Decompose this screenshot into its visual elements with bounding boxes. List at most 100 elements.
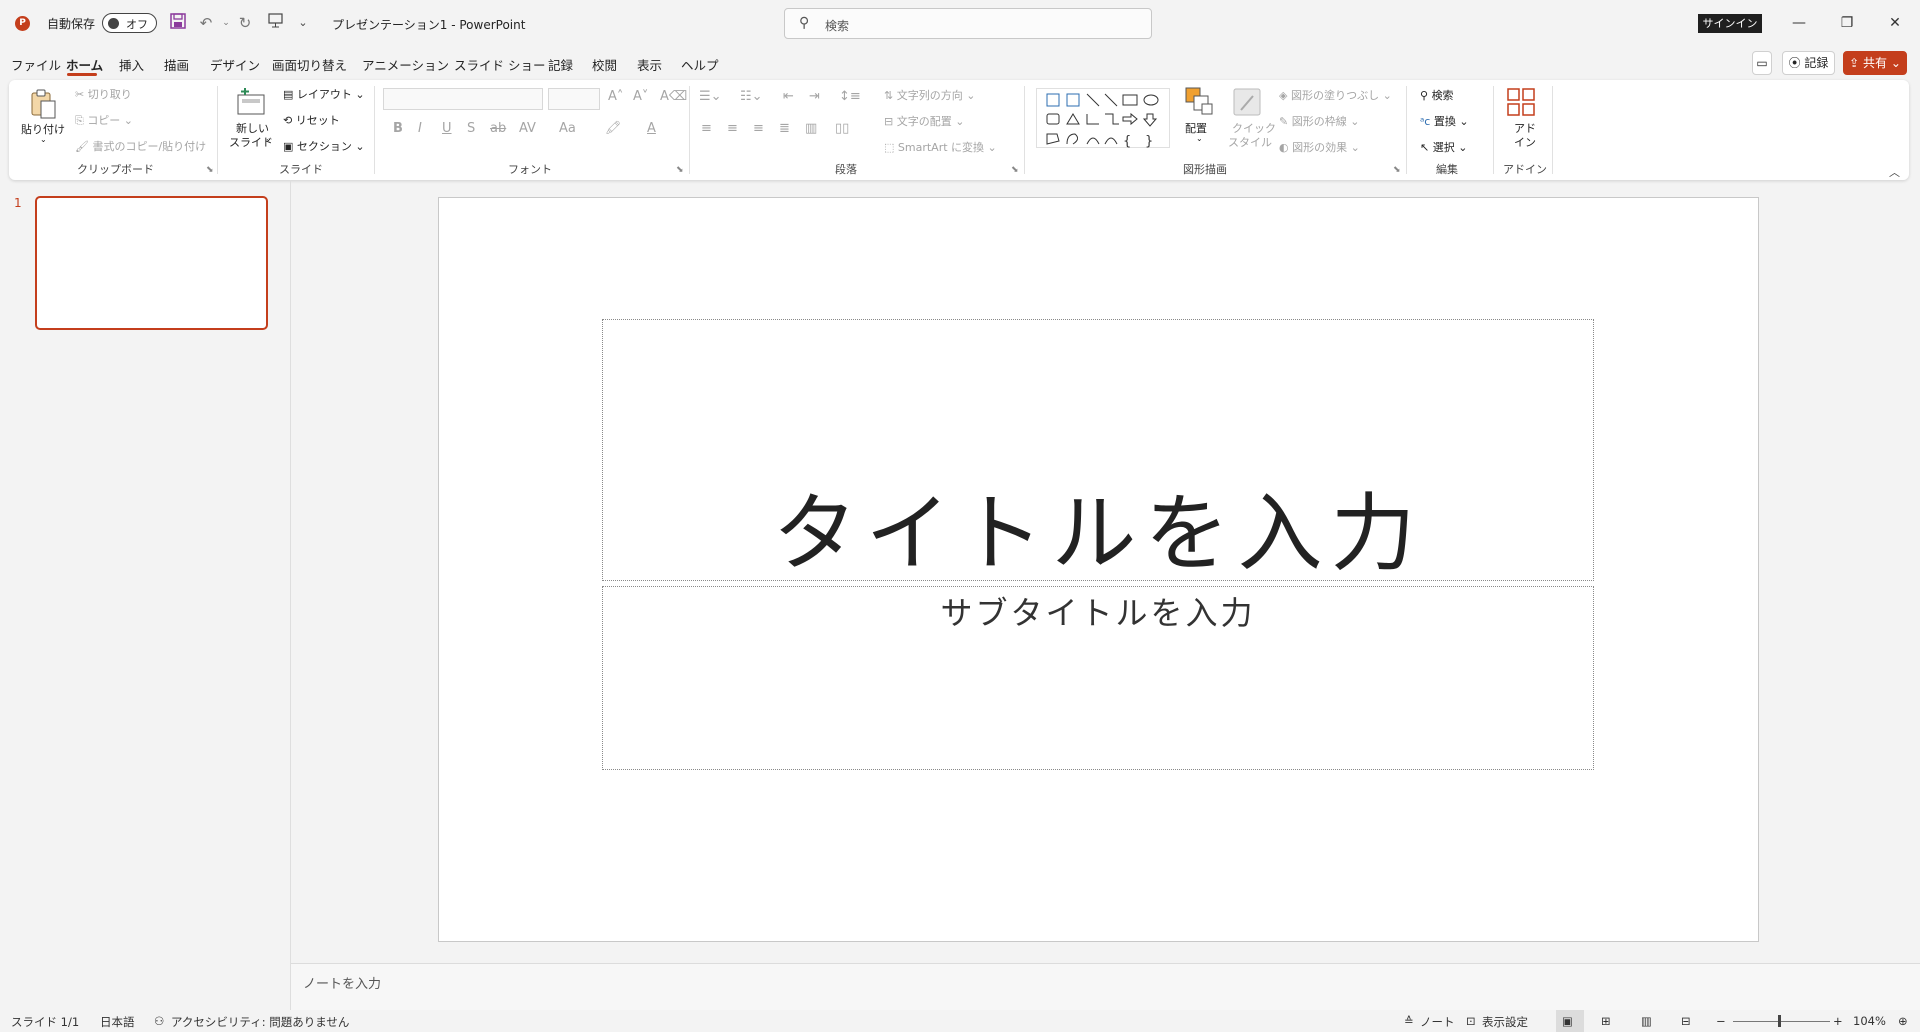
tab-home[interactable]: ホーム [66,55,103,74]
quick-styles-label-2[interactable]: スタイル [1228,134,1272,150]
notes-toggle[interactable]: ノート [1420,1014,1455,1030]
search-box[interactable]: ⚲ 検索 [784,8,1152,39]
slide-sorter-icon[interactable]: ⊞ [1601,1014,1611,1028]
copy-button[interactable]: ⎘ コピー ⌄ [75,112,133,128]
strikethrough-icon[interactable]: ab [490,121,506,136]
shape-effects-button[interactable]: ◐ 図形の効果 ⌄ [1279,139,1360,155]
format-painter-button[interactable]: 🖌 書式のコピー/貼り付け [75,138,206,154]
shadow-icon[interactable]: S [467,121,475,136]
signin-button[interactable]: サインイン [1698,14,1762,33]
presentation-start-icon[interactable] [265,13,285,33]
tab-insert[interactable]: 挿入 [119,55,144,74]
section-button[interactable]: ▣ セクション ⌄ [283,138,365,154]
addins-label-2[interactable]: イン [1514,134,1536,150]
line-spacing-icon[interactable]: ↕≡ [839,89,861,104]
normal-view-icon[interactable]: ▣ [1562,1014,1573,1028]
autosave-toggle[interactable]: オフ [102,13,157,33]
customize-qat-icon[interactable]: ⌄ [293,13,313,33]
bullets-icon[interactable]: ☰⌄ [699,89,722,104]
tab-slideshow[interactable]: スライド ショー [454,55,545,74]
cut-button[interactable]: ✂ 切り取り [75,86,132,102]
new-slide-icon[interactable] [235,86,267,118]
accessibility-status[interactable]: アクセシビリティ: 問題ありません [171,1014,349,1030]
bold-icon[interactable]: B [393,121,403,136]
layout-button[interactable]: ▤ レイアウト ⌄ [283,86,365,102]
drawing-launcher-icon[interactable]: ⬊ [1393,165,1401,175]
zoom-out-button[interactable]: − [1716,1014,1726,1028]
undo-icon[interactable]: ↶ [196,13,216,33]
align-text-button[interactable]: ⊟ 文字の配置 ⌄ [884,113,964,129]
comments-icon[interactable]: ▭ [1752,51,1772,75]
align-right-icon[interactable]: ≡ [753,121,764,136]
align-left-icon[interactable]: ≡ [701,121,712,136]
close-icon[interactable]: ✕ [1882,12,1908,34]
tab-animations[interactable]: アニメーション [362,55,449,74]
shapes-gallery[interactable]: { } [1036,88,1170,149]
text-direction-button[interactable]: ⇅ 文字列の方向 ⌄ [884,87,975,103]
tab-view[interactable]: 表示 [637,55,662,74]
zoom-slider-handle[interactable] [1778,1015,1781,1027]
replace-button[interactable]: ᵃc 置換 ⌄ [1420,113,1469,129]
quick-styles-icon[interactable] [1231,86,1263,118]
font-name-select[interactable] [383,88,543,110]
record-button[interactable]: ⦿ 記録 [1782,51,1835,75]
select-button[interactable]: ↖ 選択 ⌄ [1420,139,1467,155]
clipboard-launcher-icon[interactable]: ⬊ [206,165,214,175]
arrange-icon[interactable] [1184,86,1216,118]
zoom-in-button[interactable]: + [1833,1014,1843,1028]
new-slide-dropdown-icon[interactable]: ⌄ [265,134,272,143]
fit-to-window-icon[interactable]: ⊕ [1898,1014,1908,1028]
font-launcher-icon[interactable]: ⬊ [676,165,684,175]
zoom-level[interactable]: 104% [1853,1014,1886,1028]
display-settings[interactable]: 表示設定 [1482,1014,1528,1030]
reset-button[interactable]: ⟲ リセット [283,112,340,128]
numbering-icon[interactable]: ☷⌄ [740,89,763,104]
paste-dropdown-icon[interactable]: ⌄ [40,135,47,144]
increase-indent-icon[interactable]: ⇥ [809,89,820,104]
arrange-dropdown-icon[interactable]: ⌄ [1196,134,1203,143]
tab-record[interactable]: 記録 [548,55,573,74]
smartart-button[interactable]: ⬚ SmartArt に変換 ⌄ [884,139,997,155]
redo-icon[interactable]: ↻ [235,13,255,33]
tab-transitions[interactable]: 画面切り替え [272,55,347,74]
character-spacing-icon[interactable]: AV [519,121,536,136]
display-settings-icon[interactable]: ⊡ [1466,1014,1476,1028]
slide-thumbnail[interactable] [35,196,268,330]
accessibility-icon[interactable]: ⚇ [154,1014,164,1028]
reading-view-icon[interactable]: ▥ [1641,1014,1652,1028]
align-center-icon[interactable]: ≡ [727,121,738,136]
save-icon[interactable] [168,13,188,33]
italic-icon[interactable]: I [418,121,422,136]
highlight-color-icon[interactable]: 🖍 [605,121,622,136]
language-status[interactable]: 日本語 [100,1014,135,1030]
tab-design[interactable]: デザイン [210,55,260,74]
justify-icon[interactable]: ≣ [779,121,790,136]
addins-icon[interactable] [1505,86,1537,118]
slideshow-view-icon[interactable]: ⊟ [1681,1014,1691,1028]
minimize-icon[interactable]: — [1786,12,1812,34]
columns-icon[interactable]: ▯▯ [835,121,849,136]
undo-dropdown-icon[interactable]: ⌄ [216,13,236,33]
change-case-icon[interactable]: Aa [559,121,576,136]
zoom-slider[interactable] [1733,1021,1830,1022]
decrease-font-icon[interactable]: A˅ [633,89,648,104]
tab-draw[interactable]: 描画 [164,55,189,74]
find-button[interactable]: ⚲ 検索 [1420,87,1454,103]
paragraph-launcher-icon[interactable]: ⬊ [1011,165,1019,175]
paste-icon[interactable] [27,88,59,120]
share-button[interactable]: ⇪ 共有 ⌄ [1843,51,1907,75]
slide-title-text[interactable]: タイトルを入力 [602,465,1594,588]
decrease-indent-icon[interactable]: ⇤ [783,89,794,104]
underline-icon[interactable]: U [442,121,452,136]
shape-outline-button[interactable]: ✎ 図形の枠線 ⌄ [1279,113,1359,129]
shape-fill-button[interactable]: ◈ 図形の塗りつぶし ⌄ [1279,87,1392,103]
tab-file[interactable]: ファイル [11,55,61,74]
collapse-ribbon-icon[interactable]: ︿ [1889,164,1900,180]
pane-divider[interactable] [290,180,291,1010]
distributed-icon[interactable]: ▥ [805,121,817,136]
slide-subtitle-text[interactable]: サブタイトルを入力 [602,588,1594,634]
increase-font-icon[interactable]: A˄ [608,89,623,104]
restore-icon[interactable]: ❐ [1834,12,1860,34]
clear-formatting-icon[interactable]: A⌫ [660,89,687,104]
font-size-select[interactable] [548,88,600,110]
